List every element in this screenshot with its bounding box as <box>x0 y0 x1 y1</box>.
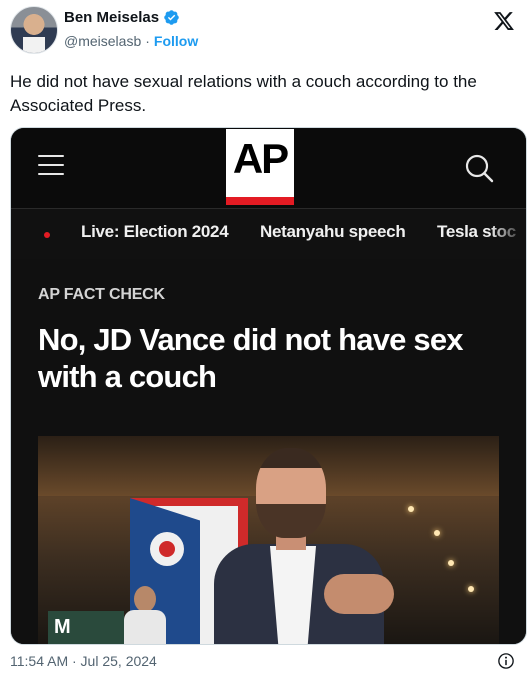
author-handle[interactable]: @meiselasb <box>64 33 141 49</box>
background-person <box>124 586 166 644</box>
tweet-text: He did not have sexual relations with a … <box>10 72 477 115</box>
article-kicker: AP FACT CHECK <box>38 286 165 303</box>
separator-dot: · <box>145 33 150 49</box>
author-handle-row: @meiselasb · Follow <box>64 33 198 49</box>
ap-logo: AP <box>226 129 294 205</box>
article-headline: No, JD Vance did not have sex with a cou… <box>38 322 464 394</box>
tweet-media-image[interactable]: AP Live: Election 2024 Netanyahu speech … <box>10 127 527 645</box>
main-person <box>214 448 384 644</box>
x-logo-icon[interactable] <box>493 10 515 32</box>
trending-item-netanyahu: Netanyahu speech <box>260 222 406 241</box>
tweet-header: Ben Meiselas @meiselasb · Follow <box>10 6 517 56</box>
photo-light <box>434 530 440 536</box>
background-sign: M <box>48 611 124 644</box>
author-name-row: Ben Meiselas <box>64 9 180 26</box>
ap-navbar: AP <box>11 128 526 208</box>
verified-badge-icon <box>164 10 179 25</box>
ap-logo-text: AP <box>232 135 289 182</box>
photo-light <box>408 506 414 512</box>
author-display-name[interactable]: Ben Meiselas <box>64 9 159 26</box>
trending-fade <box>490 209 526 259</box>
tweet-footer: 11:54 AM · Jul 25, 2024 <box>10 652 517 674</box>
photo-light <box>468 586 474 592</box>
trending-item-election: Live: Election 2024 <box>81 222 229 241</box>
hamburger-menu-icon <box>38 155 64 177</box>
tweet-card: Ben Meiselas @meiselasb · Follow He did … <box>0 0 527 679</box>
article-photo: M <box>38 436 499 644</box>
trending-bar: Live: Election 2024 Netanyahu speech Tes… <box>11 209 526 259</box>
photo-light <box>448 560 454 566</box>
avatar[interactable] <box>10 6 58 54</box>
tweet-timestamp[interactable]: 11:54 AM · Jul 25, 2024 <box>10 653 157 669</box>
info-icon[interactable] <box>497 652 515 670</box>
live-indicator-dot <box>44 232 50 238</box>
follow-button[interactable]: Follow <box>154 33 198 49</box>
ap-logo-red-bar <box>226 197 294 205</box>
raised-hand <box>324 574 394 614</box>
search-icon <box>465 154 494 183</box>
article-area: AP FACT CHECK No, JD Vance did not have … <box>11 259 526 644</box>
